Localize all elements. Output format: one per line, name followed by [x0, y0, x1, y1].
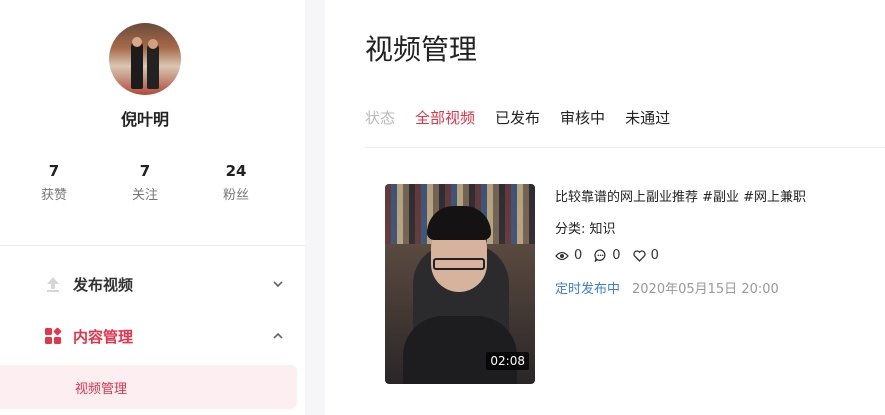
publish-time: 2020年05月15日 20:00 [632, 282, 779, 297]
tab-reviewing[interactable]: 审核中 [560, 107, 605, 128]
avatar[interactable] [109, 23, 181, 95]
username: 倪叶明 [120, 110, 169, 129]
nav-publish-video[interactable]: 发布视频 [0, 264, 305, 304]
status-label: 状态 [365, 109, 396, 127]
nav-video-management[interactable]: 视频管理 [0, 365, 297, 409]
chevron-up-icon [273, 332, 283, 339]
grid-icon [45, 327, 62, 344]
status-tabs: 状态 全部视频 已发布 审核中 未通过 [365, 107, 690, 128]
likes-count: 0 [650, 248, 659, 263]
nav-publish-label: 发布视频 [73, 275, 134, 294]
main-panel: 视频管理 状态 全部视频 已发布 审核中 未通过 02:08 比较靠谱的网上副业… [325, 0, 885, 415]
page-title: 视频管理 [365, 33, 478, 66]
divider [0, 245, 305, 246]
heart-icon [632, 249, 646, 262]
tab-rejected[interactable]: 未通过 [625, 107, 670, 128]
stat-likes: 7 获赞 [24, 162, 84, 203]
stat-number: 7 [48, 162, 60, 180]
thumbnail-shirt [403, 316, 517, 384]
upload-icon [47, 277, 59, 292]
publish-status: 定时发布中 2020年05月15日 20:00 [555, 278, 779, 297]
video-metrics: 0 0 0 [555, 248, 671, 263]
nav-content-management[interactable]: 内容管理 [0, 316, 305, 356]
tab-all-videos[interactable]: 全部视频 [415, 107, 475, 128]
stat-number: 7 [139, 162, 151, 180]
stat-label: 粉丝 [222, 188, 249, 203]
divider [365, 147, 885, 148]
thumbnail-glasses [433, 258, 485, 270]
eye-icon [555, 251, 569, 260]
scheduled-status[interactable]: 定时发布中 [555, 278, 620, 297]
nav-video-management-label: 视频管理 [75, 382, 128, 397]
avatar-figure [148, 39, 158, 49]
video-category: 分类: 知识 [555, 222, 616, 237]
stat-number: 24 [225, 162, 247, 180]
likes-metric: 0 [632, 248, 659, 263]
stat-following: 7 关注 [115, 162, 175, 203]
video-title[interactable]: 比较靠谱的网上副业推荐 #副业 #网上兼职 [555, 186, 806, 205]
comment-icon [594, 249, 606, 262]
views-count: 0 [574, 248, 583, 263]
stat-label: 获赞 [40, 188, 67, 203]
video-thumbnail[interactable]: 02:08 [385, 184, 535, 384]
tab-published[interactable]: 已发布 [495, 107, 540, 128]
stat-label: 关注 [131, 188, 158, 203]
comments-metric: 0 [594, 248, 621, 263]
chevron-down-icon [273, 281, 283, 288]
video-duration: 02:08 [486, 352, 529, 370]
avatar-figure [131, 41, 143, 89]
nav-content-label: 内容管理 [73, 327, 134, 346]
views-metric: 0 [555, 248, 582, 263]
avatar-figure [132, 37, 142, 47]
avatar-figure [147, 43, 159, 89]
stat-fans: 24 粉丝 [206, 162, 266, 203]
sidebar: 倪叶明 7 获赞 7 关注 24 粉丝 发布视频 内容管理 视频管理 [0, 0, 305, 415]
comments-count: 0 [612, 248, 621, 263]
